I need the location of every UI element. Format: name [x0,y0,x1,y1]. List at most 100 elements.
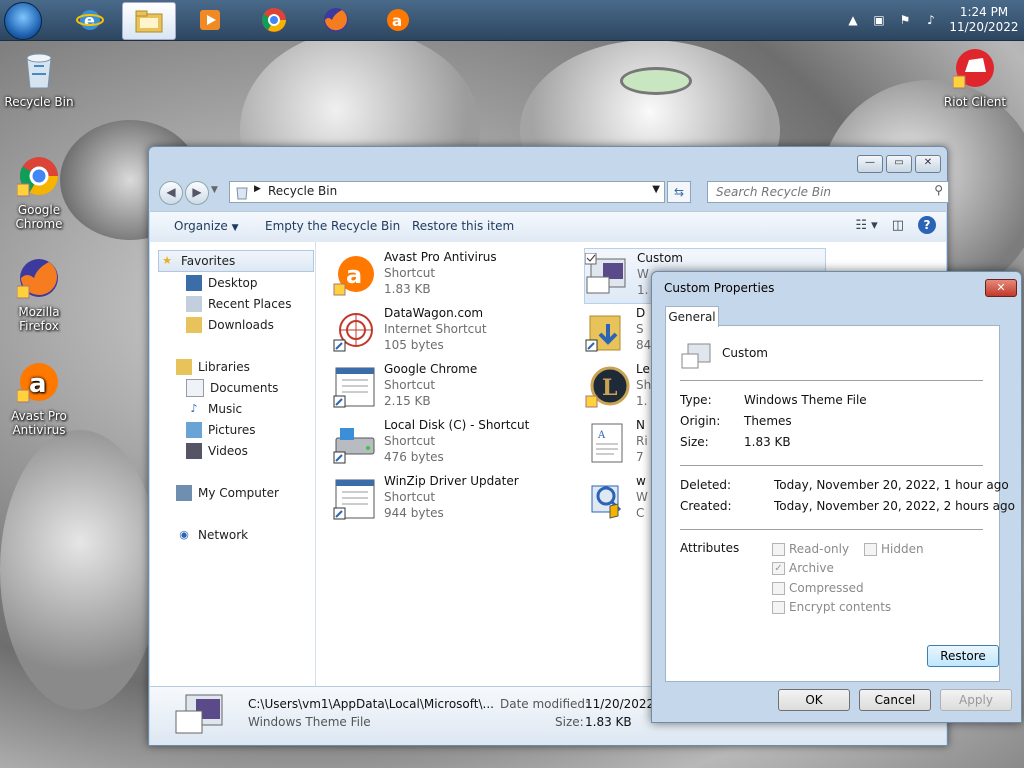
file-item[interactable]: Google Chrome Shortcut 2.15 KB [332,360,572,414]
apply-button[interactable]: Apply [940,689,1012,711]
nav-network[interactable]: ◉ Network [176,525,248,545]
search-box: ⚲ [707,181,949,203]
nav-recent-places[interactable]: Recent Places [186,294,291,314]
nav-pictures[interactable]: Pictures [186,420,256,440]
chrome-icon [262,8,286,32]
maximize-button[interactable]: ▭ [886,155,912,173]
file-item[interactable]: WinZip Driver Updater Shortcut 944 bytes [332,472,572,526]
file-type: S [636,322,644,336]
nav-documents[interactable]: Documents [186,378,278,398]
file-size: 2.15 KB [384,394,431,408]
preview-pane-icon[interactable]: ◫ [892,218,904,233]
desktop-icon-riot-client[interactable]: Riot Client [936,46,1014,109]
file-name: Le [636,362,650,376]
nav-libraries[interactable]: Libraries [176,357,250,377]
explorer-taskbar-button[interactable] [122,2,176,40]
internet-explorer-icon: e [76,10,104,30]
local-disk-icon [333,428,375,464]
desktop-icon-label: Mozilla Firefox [18,305,60,333]
back-button[interactable]: ◀ [159,181,183,205]
checkbox-box [864,542,877,556]
ie-taskbar-button[interactable]: e [64,2,116,38]
address-text: Recycle Bin [268,184,338,198]
nav-desktop[interactable]: Desktop [186,273,258,293]
flag-icon[interactable]: ⚑ [897,12,913,28]
address-bar[interactable]: ▶ Recycle Bin ▼ [229,181,665,203]
avast-taskbar-button[interactable]: a [372,2,424,38]
desktop-icon-recycle-bin[interactable]: Recycle Bin [0,46,78,109]
media-player-taskbar-button[interactable] [184,2,236,38]
file-name: DataWagon.com [384,306,484,320]
history-dropdown-icon[interactable]: ▼ [211,185,218,195]
system-tray: ▲ ▣ ⚑ ♪ 1:24 PM 11/20/2022 [840,0,1024,40]
minimize-button[interactable]: — [857,155,883,173]
nav-my-computer[interactable]: My Computer [176,483,279,503]
desktop-icon-firefox[interactable]: Mozilla Firefox [0,256,78,333]
organize-button[interactable]: Organize ▼ [174,219,239,233]
speaker-icon[interactable]: ♪ [923,12,939,28]
view-options-icon[interactable]: ☷ ▾ [855,218,877,233]
nav-label: Downloads [208,318,274,332]
desktop-icon-chrome[interactable]: Google Chrome [0,154,78,231]
nav-label: My Computer [198,486,279,500]
checkbox-label: Archive [789,561,834,575]
avast-icon: a [16,363,58,403]
taskbar: e a ▲ ▣ ⚑ ♪ 1:24 PM 11/20/2022 [0,0,1024,41]
riot-client-icon [952,49,994,89]
nav-favorites[interactable]: ★ Favorites [158,250,314,272]
svg-text:e: e [84,11,95,30]
properties-dialog: Custom Properties ✕ General Custom Type:… [651,271,1022,723]
compressed-checkbox[interactable]: Compressed [772,581,864,595]
hidden-checkbox[interactable]: Hidden [864,542,924,556]
forward-button[interactable]: ▶ [185,181,209,205]
readonly-checkbox[interactable]: Read-only [772,542,849,556]
file-name: Google Chrome [384,362,478,376]
file-item[interactable]: a Avast Pro Antivirus Shortcut 1.83 KB [332,248,572,302]
nav-label: Favorites [181,254,236,268]
empty-recycle-bin-button[interactable]: Empty the Recycle Bin [265,219,400,233]
ok-button[interactable]: OK [778,689,850,711]
desktop-icon-avast[interactable]: a Avast Pro Antivirus [0,360,78,437]
nav-videos[interactable]: Videos [186,441,248,461]
nav-music[interactable]: ♪ Music [186,399,242,419]
refresh-button[interactable]: ⇆ [667,181,691,203]
details-size-value: 1.83 KB [585,715,632,729]
clock-date: 11/20/2022 [949,20,1019,34]
firefox-taskbar-button[interactable] [310,2,362,38]
chevron-down-icon[interactable]: ▼ [652,184,660,195]
start-button[interactable] [4,2,42,40]
help-icon[interactable]: ? [918,216,936,234]
checkbox-box [772,542,785,556]
search-icon[interactable]: ⚲ [934,183,943,197]
checkmark-icon: ✓ [772,561,785,575]
close-button[interactable]: ✕ [915,155,941,173]
computer-icon [176,485,192,501]
checkbox-box [772,581,785,595]
network-icon: ◉ [179,528,189,541]
restore-button[interactable]: Restore [927,645,999,667]
file-item[interactable]: DataWagon.com Internet Shortcut 105 byte… [332,304,572,358]
file-size: 105 bytes [384,338,444,352]
tab-general[interactable]: General [665,306,719,327]
search-input[interactable] [714,182,918,202]
file-type: Sh [636,378,652,392]
network-icon[interactable]: ▣ [871,12,887,28]
media-player-icon [200,10,220,30]
wallpaper-blob [0,430,160,710]
file-size: 1.83 KB [384,282,431,296]
archive-checkbox[interactable]: ✓ Archive [772,561,834,575]
theme-file-icon [175,694,223,734]
nav-downloads[interactable]: Downloads [186,315,274,335]
dialog-close-button[interactable]: ✕ [985,279,1017,297]
file-name: Custom [722,346,768,360]
cancel-button[interactable]: Cancel [859,689,931,711]
encrypt-checkbox[interactable]: Encrypt contents [772,600,891,614]
chevron-up-icon[interactable]: ▲ [845,12,861,28]
restore-item-button[interactable]: Restore this item [412,219,514,233]
file-type: Ri [636,434,648,448]
chrome-taskbar-button[interactable] [248,2,300,38]
clock[interactable]: 1:24 PM 11/20/2022 [944,5,1024,35]
downloads-folder-icon [186,317,202,333]
file-size: 476 bytes [384,450,444,464]
file-item[interactable]: Local Disk (C) - Shortcut Shortcut 476 b… [332,416,572,470]
